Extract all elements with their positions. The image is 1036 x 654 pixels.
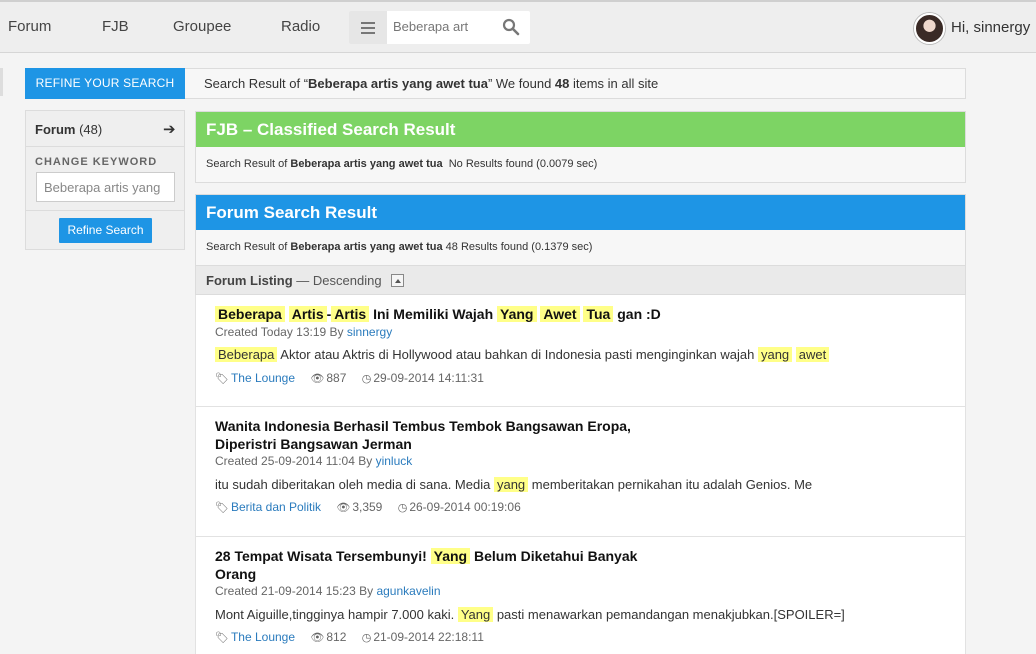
post-meta: Created 25-09-2014 11:04 By yinluck — [215, 454, 413, 468]
highlighted-keyword: awet — [795, 347, 830, 362]
post-item: Wanita Indonesia Berhasil Tembus Tembok … — [195, 407, 966, 537]
search-icon[interactable] — [502, 18, 520, 36]
nav-forum[interactable]: Forum — [8, 18, 51, 35]
highlighted-keyword: Beberapa — [215, 306, 285, 322]
eye-icon: 👁︎ — [310, 632, 325, 644]
text-segment: Ini Memiliki Wajah — [369, 306, 498, 322]
text-segment: pasti menawarkan pemandangan menakjubkan… — [493, 607, 845, 622]
text-segment: gan :D — [613, 306, 661, 322]
highlighted-keyword: Yang — [497, 306, 537, 322]
highlighted-keyword: Tua — [583, 306, 614, 322]
highlighted-keyword: yang — [757, 347, 793, 362]
author-link[interactable]: agunkavelin — [376, 584, 440, 598]
post-meta: Created Today 13:19 By sinnergy — [215, 325, 393, 339]
post-item: 28 Tempat Wisata Tersembunyi! Yang Belum… — [195, 537, 966, 654]
post-snippet: itu sudah diberitakan oleh media di sana… — [215, 477, 812, 492]
search-summary: Search Result of “Beberapa artis yang aw… — [185, 68, 966, 99]
highlighted-keyword: Yang — [430, 548, 471, 564]
forum-result-title: Forum Search Result — [196, 195, 965, 230]
category-link[interactable]: The Lounge — [231, 371, 295, 385]
forum-listing-header: Forum Listing — Descending — [195, 265, 966, 295]
post-date: 29-09-2014 14:11:31 — [373, 371, 484, 385]
post-title[interactable]: Beberapa Artis - Artis Ini Memiliki Wajah … — [215, 305, 675, 323]
text-segment: Aktor atau Aktris di Hollywood atau bahk… — [277, 347, 758, 362]
eye-icon: 👁︎ — [336, 502, 351, 514]
author-link[interactable]: sinnergy — [347, 325, 392, 339]
post-title[interactable]: Wanita Indonesia Berhasil Tembus Tembok … — [215, 417, 675, 453]
avatar[interactable] — [914, 13, 945, 44]
nav-groupee[interactable]: Groupee — [173, 18, 231, 35]
arrow-right-icon[interactable]: ➔ — [163, 120, 176, 138]
post-snippet: Beberapa Aktor atau Aktris di Hollywood … — [215, 347, 830, 362]
highlighted-keyword: Awet — [540, 306, 580, 322]
category-link[interactable]: The Lounge — [231, 630, 295, 644]
views-count: 3,359 — [352, 500, 383, 514]
views-count: 812 — [326, 630, 347, 644]
change-keyword-label: CHANGE KEYWORD — [35, 156, 158, 168]
forum-result-line: Search Result of Beberapa artis yang awe… — [206, 241, 593, 253]
post-date: 26-09-2014 00:19:06 — [409, 500, 521, 514]
refine-search-button[interactable]: Refine Search — [59, 218, 152, 243]
text-segment: 28 Tempat Wisata Tersembunyi! — [215, 548, 431, 564]
user-greeting[interactable]: Hi, sinnergy — [951, 19, 1030, 36]
keyword-input[interactable] — [36, 172, 175, 202]
post-footer: 🏷︎ The Lounge 👁︎ 812 ◷ 21-09-2014 22:18:11 — [215, 630, 496, 644]
top-navbar: Forum FJB Groupee Radio Hi, sinnergy — [0, 0, 1036, 53]
fjb-panel: FJB – Classified Search Result Search Re… — [195, 111, 966, 183]
highlighted-keyword: yang — [493, 477, 529, 492]
clock-icon: ◷ — [361, 632, 372, 644]
post-item: Beberapa Artis - Artis Ini Memiliki Wajah … — [195, 295, 966, 407]
post-footer: 🏷︎ Berita dan Politik 👁︎ 3,359 ◷ 26-09-2014… — [215, 500, 533, 514]
category-link[interactable]: Berita dan Politik — [231, 500, 321, 514]
clock-icon: ◷ — [361, 373, 372, 385]
post-date: 21-09-2014 22:18:11 — [373, 630, 484, 644]
author-link[interactable]: yinluck — [376, 454, 413, 468]
clock-icon: ◷ — [397, 502, 408, 514]
text-segment: Wanita Indonesia Berhasil Tembus Tembok … — [215, 418, 631, 452]
forum-result-panel: Forum Search Result Search Result of Beb… — [195, 194, 966, 266]
highlighted-keyword: Artis — [331, 306, 370, 322]
post-title[interactable]: 28 Tempat Wisata Tersembunyi! Yang Belum… — [215, 547, 675, 583]
text-segment: Mont Aiguille,tingginya hampir 7.000 kak… — [215, 607, 458, 622]
fjb-result-line: Search Result of Beberapa artis yang awe… — [206, 158, 598, 170]
search-input[interactable] — [393, 19, 493, 34]
menu-icon[interactable] — [349, 11, 387, 44]
refine-search-tab[interactable]: REFINE YOUR SEARCH — [25, 68, 185, 99]
tag-icon: 🏷︎ — [215, 632, 229, 644]
eye-icon: 👁︎ — [310, 373, 325, 385]
forum-filter[interactable]: Forum (48) — [35, 122, 102, 137]
text-segment: itu sudah diberitakan oleh media di sana… — [215, 477, 494, 492]
post-meta: Created 21-09-2014 15:23 By agunkavelin — [215, 584, 441, 598]
nav-fjb[interactable]: FJB — [102, 18, 129, 35]
fjb-title: FJB – Classified Search Result — [196, 112, 965, 147]
post-snippet: Mont Aiguille,tingginya hampir 7.000 kak… — [215, 607, 845, 622]
post-footer: 🏷︎ The Lounge 👁︎ 887 ◷ 29-09-2014 14:11:31 — [215, 371, 496, 385]
left-edge-tab — [0, 68, 3, 96]
highlighted-keyword: Yang — [457, 607, 494, 622]
search-box — [349, 11, 530, 44]
tag-icon: 🏷︎ — [215, 373, 229, 385]
highlighted-keyword: Beberapa — [215, 347, 278, 362]
views-count: 887 — [326, 371, 347, 385]
nav-radio[interactable]: Radio — [281, 18, 320, 35]
highlighted-keyword: Artis — [288, 306, 327, 322]
tag-icon: 🏷︎ — [215, 502, 229, 514]
refine-sidebar: Forum (48) ➔ CHANGE KEYWORD Refine Searc… — [25, 110, 185, 250]
collapse-icon[interactable] — [390, 274, 404, 287]
text-segment: memberitakan pernikahan itu adalah Genio… — [528, 477, 813, 492]
